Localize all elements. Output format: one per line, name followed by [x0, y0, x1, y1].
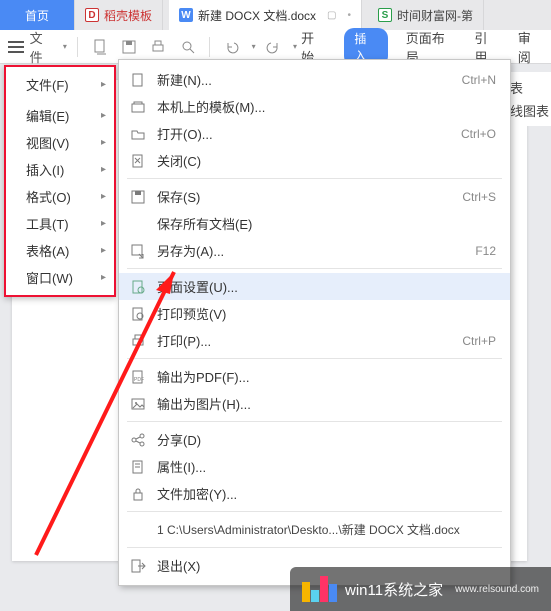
tab-more-icon[interactable]: •	[348, 10, 352, 21]
print-icon	[129, 332, 147, 350]
svg-text:PDF: PDF	[134, 377, 144, 383]
chevron-right-icon: ▸	[101, 137, 106, 148]
chevron-right-icon: ▸	[101, 110, 106, 121]
submenu-props[interactable]: 属性(I)...	[119, 453, 510, 480]
chevron-right-icon: ▸	[101, 245, 106, 256]
submenu-exportimg[interactable]: 输出为图片(H)...	[119, 390, 510, 417]
undo-caret-icon[interactable]: ▾	[252, 42, 256, 51]
chevron-right-icon: ▸	[101, 164, 106, 175]
open-icon	[129, 125, 147, 143]
print-button[interactable]	[147, 35, 170, 59]
submenu-print[interactable]: 打印(P)...Ctrl+P	[119, 327, 510, 354]
ribbon-review[interactable]: 审阅	[518, 28, 543, 66]
close-file-icon	[129, 152, 147, 170]
template-icon: D	[85, 8, 99, 22]
submenu-share[interactable]: 分享(D)	[119, 426, 510, 453]
redo-button[interactable]	[262, 35, 285, 59]
submenu-exportpdf[interactable]: PDF输出为PDF(F)...	[119, 363, 510, 390]
word-doc-icon: W	[179, 8, 193, 22]
save-icon	[129, 188, 147, 206]
watermark-sub: www.relsound.com	[455, 584, 539, 595]
submenu-save[interactable]: 保存(S)Ctrl+S	[119, 183, 510, 210]
submenu-encrypt[interactable]: 文件加密(Y)...	[119, 480, 510, 507]
undo-button[interactable]	[220, 35, 243, 59]
blank-icon	[129, 215, 147, 233]
watermark-logo-icon	[302, 576, 337, 602]
menu-window[interactable]: 窗口(W)▸	[6, 264, 114, 291]
tab-home-label: 首页	[25, 7, 49, 24]
tab-template[interactable]: D 稻壳模板	[75, 0, 163, 30]
chevron-right-icon: ▸	[101, 79, 106, 90]
submenu-open[interactable]: 打开(O)...Ctrl+O	[119, 120, 510, 147]
top-menu-panel: 文件(F)▸ 编辑(E)▸ 视图(V)▸ 插入(I)▸ 格式(O)▸ 工具(T)…	[4, 65, 116, 297]
save-button[interactable]	[117, 35, 140, 59]
menu-table[interactable]: 表格(A)▸	[6, 237, 114, 264]
menu-tool[interactable]: 工具(T)▸	[6, 210, 114, 237]
watermark-title: win11系统之家	[345, 579, 443, 600]
chevron-right-icon: ▸	[101, 272, 106, 283]
submenu-template[interactable]: 本机上的模板(M)...	[119, 93, 510, 120]
saveas-icon	[129, 242, 147, 260]
tab-document[interactable]: W 新建 DOCX 文档.docx ▢ •	[169, 0, 362, 30]
menu-icon[interactable]	[8, 41, 24, 53]
file-menu-label[interactable]: 文件	[30, 28, 55, 66]
submenu-saveall[interactable]: 保存所有文档(E)	[119, 210, 510, 237]
pagesetup-icon	[129, 278, 147, 296]
exit-icon	[129, 557, 147, 575]
lock-icon	[129, 485, 147, 503]
props-icon	[129, 458, 147, 476]
menu-file[interactable]: 文件(F)▸	[6, 71, 114, 98]
menu-format[interactable]: 格式(O)▸	[6, 183, 114, 210]
redo-caret-icon[interactable]: ▾	[293, 42, 297, 51]
pdf-icon: PDF	[129, 368, 147, 386]
submenu-new[interactable]: 新建(N)...Ctrl+N	[119, 66, 510, 93]
tab-extra[interactable]: S 时间财富网-第	[368, 0, 484, 30]
submenu-close[interactable]: 关闭(C)	[119, 147, 510, 174]
submenu-pagesetup[interactable]: 页面设置(U)...	[119, 273, 510, 300]
template-file-icon	[129, 98, 147, 116]
watermark: win11系统之家 www.relsound.com	[290, 567, 551, 611]
chevron-right-icon: ▸	[101, 218, 106, 229]
new-doc-button[interactable]	[88, 35, 111, 59]
menu-view[interactable]: 视图(V)▸	[6, 129, 114, 156]
tab-template-label: 稻壳模板	[104, 7, 152, 24]
file-menu-caret-icon[interactable]: ▾	[63, 42, 67, 51]
chevron-right-icon: ▸	[101, 191, 106, 202]
tab-home[interactable]: 首页	[0, 0, 75, 30]
file-submenu-panel: 新建(N)...Ctrl+N 本机上的模板(M)... 打开(O)...Ctrl…	[118, 59, 511, 586]
submenu-preview[interactable]: 打印预览(V)	[119, 300, 510, 327]
menu-edit[interactable]: 编辑(E)▸	[6, 102, 114, 129]
preview-button[interactable]	[176, 35, 199, 59]
image-icon	[129, 395, 147, 413]
screen-mode-icon[interactable]: ▢	[327, 10, 336, 21]
tab-extra-label: 时间财富网-第	[397, 7, 473, 24]
preview-icon	[129, 305, 147, 323]
side-panel-hint: 表 线图表	[508, 72, 551, 126]
menu-insert[interactable]: 插入(I)▸	[6, 156, 114, 183]
share-icon	[129, 431, 147, 449]
submenu-recent-1[interactable]: 1 C:\Users\Administrator\Deskto...\新建 DO…	[119, 516, 510, 543]
blank-icon	[129, 521, 147, 539]
submenu-saveas[interactable]: 另存为(A)...F12	[119, 237, 510, 264]
sheet-icon: S	[378, 8, 392, 22]
tab-document-label: 新建 DOCX 文档.docx	[198, 7, 316, 24]
new-icon	[129, 71, 147, 89]
